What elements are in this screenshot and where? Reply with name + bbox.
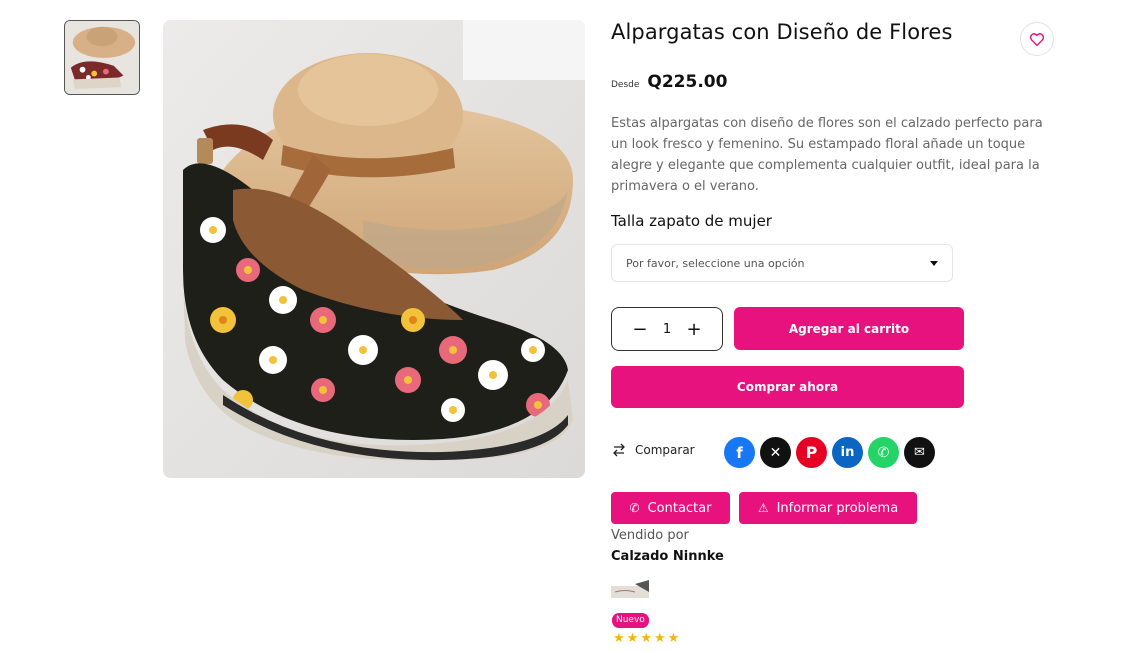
minus-icon[interactable]: −: [631, 319, 649, 340]
vendor-logo[interactable]: [611, 580, 649, 602]
whatsapp-icon: ✆: [877, 444, 890, 461]
thumbnail-image: [65, 21, 139, 94]
star-icon: ★: [626, 631, 639, 646]
product-thumbnail[interactable]: [64, 20, 140, 95]
warning-icon: ⚠: [757, 501, 769, 515]
wishlist-button[interactable]: [1020, 22, 1054, 56]
linkedin-share-button[interactable]: in: [832, 437, 863, 468]
social-share: f ✕ P in ✆ ✉: [724, 437, 935, 468]
vendor-name-link[interactable]: Calzado Ninnke: [611, 549, 724, 564]
size-select-value: Por favor, seleccione una opción: [626, 256, 805, 270]
product-main-image[interactable]: [163, 20, 585, 478]
quantity-value[interactable]: 1: [663, 322, 671, 337]
star-icon: ★: [653, 631, 666, 646]
caret-down-icon: [930, 260, 938, 266]
star-icon: ★: [667, 631, 680, 646]
x-share-button[interactable]: ✕: [760, 437, 791, 468]
quantity-stepper[interactable]: − 1 +: [611, 307, 723, 351]
sold-by-label: Vendido por: [611, 528, 689, 543]
product-title: Alpargatas con Diseño de Flores: [611, 20, 953, 44]
compare-button[interactable]: Comparar: [611, 443, 695, 457]
facebook-icon: f: [736, 443, 743, 462]
contact-button[interactable]: ✆ Contactar: [611, 492, 730, 524]
report-problem-button[interactable]: ⚠ Informar problema: [739, 492, 917, 524]
compare-label: Comparar: [635, 443, 695, 457]
x-icon: ✕: [769, 444, 782, 461]
heart-icon: [1030, 32, 1044, 46]
phone-icon: ✆: [629, 501, 640, 515]
report-label: Informar problema: [776, 500, 899, 516]
product-description: Estas alpargatas con diseño de flores so…: [611, 116, 1043, 194]
whatsapp-share-button[interactable]: ✆: [868, 437, 899, 468]
pinterest-share-button[interactable]: P: [796, 437, 827, 468]
linkedin-icon: in: [840, 445, 855, 460]
compare-arrows-icon: [613, 443, 625, 457]
new-badge: Nuevo: [612, 613, 649, 628]
buy-now-button[interactable]: Comprar ahora: [611, 366, 964, 408]
vendor-rating: ★ ★ ★ ★ ★: [613, 631, 679, 647]
price: Q225.00: [647, 72, 728, 92]
email-share-button[interactable]: ✉: [904, 437, 935, 468]
price-prefix: Desde: [611, 80, 640, 90]
pinterest-icon: P: [805, 443, 818, 462]
star-icon: ★: [613, 631, 625, 646]
contact-label: Contactar: [647, 500, 712, 516]
star-icon: ★: [640, 631, 652, 646]
product-photo: [163, 20, 585, 478]
email-icon: ✉: [914, 445, 925, 460]
add-to-cart-button[interactable]: Agregar al carrito: [734, 307, 964, 350]
size-select[interactable]: Por favor, seleccione una opción: [611, 244, 953, 282]
price-row: Desde Q225.00: [611, 72, 727, 92]
size-label: Talla zapato de mujer: [611, 212, 772, 230]
plus-icon[interactable]: +: [685, 319, 703, 340]
facebook-share-button[interactable]: f: [724, 437, 755, 468]
